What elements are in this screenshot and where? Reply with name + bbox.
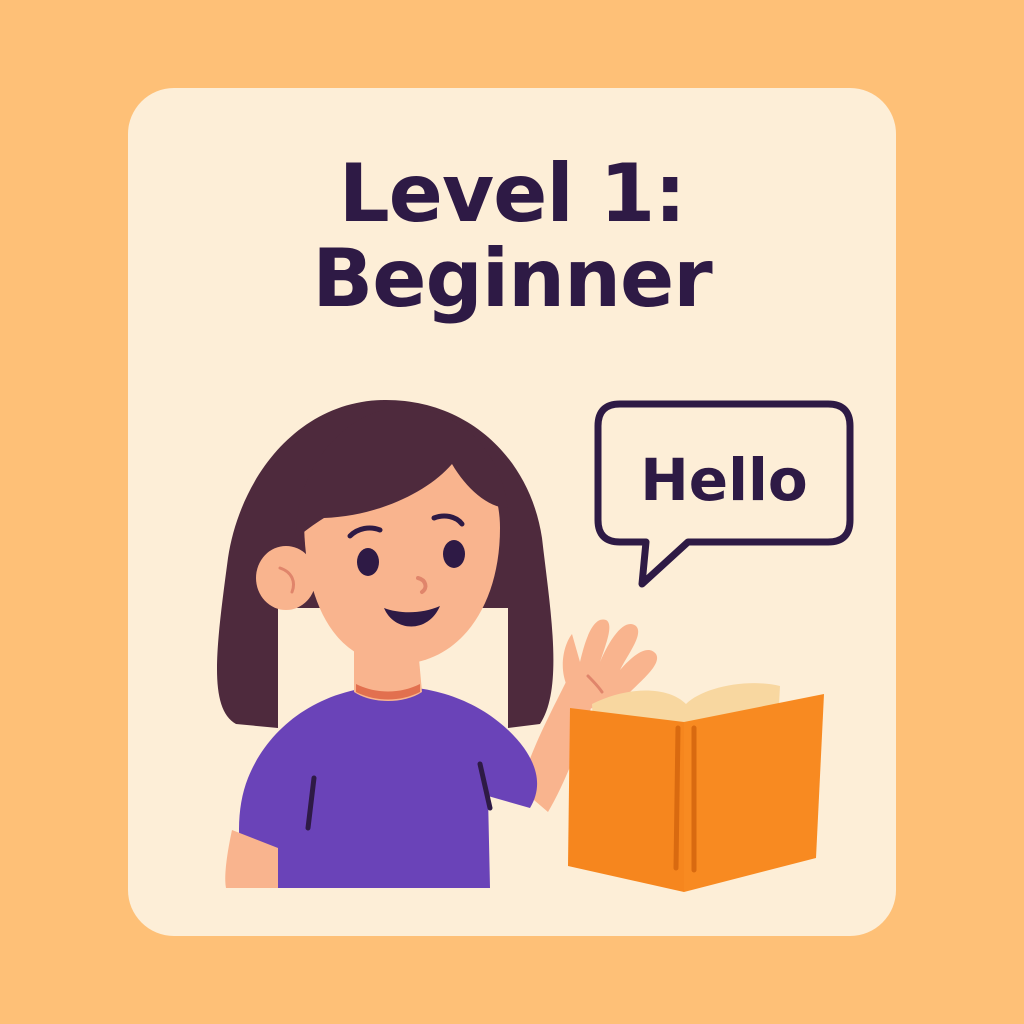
- page: Level 1: Beginner Hello: [0, 0, 1024, 1024]
- illustration: Hello: [217, 400, 854, 892]
- level-card: Level 1: Beginner Hello: [128, 88, 896, 936]
- speech-bubble-text: Hello: [640, 446, 808, 514]
- open-book-icon: [568, 683, 824, 892]
- speech-bubble-icon: Hello: [594, 400, 854, 588]
